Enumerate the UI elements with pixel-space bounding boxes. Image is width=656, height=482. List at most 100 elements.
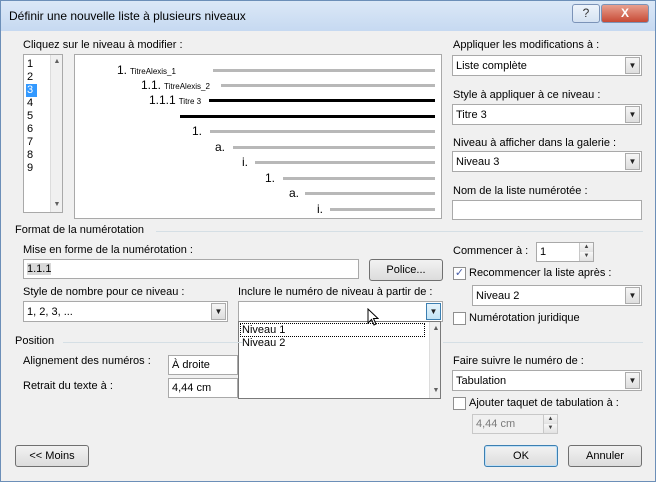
preview-number: i. xyxy=(242,155,248,169)
preview-line xyxy=(283,177,435,180)
style-level-value: Titre 3 xyxy=(456,109,487,121)
preview-line xyxy=(221,84,435,87)
preview-line xyxy=(255,161,435,164)
include-level-select[interactable]: ▼ xyxy=(238,301,443,322)
preview-number-text: a. xyxy=(215,140,226,154)
apply-changes-select[interactable]: Liste complète ▼ xyxy=(452,55,642,76)
chevron-down-icon[interactable]: ▼ xyxy=(625,57,640,74)
text-indent-value: 4,44 cm xyxy=(172,382,212,394)
text-indent-input[interactable]: 4,44 cm xyxy=(168,378,238,398)
preview-number-text: 1.1.1 xyxy=(149,93,176,107)
legal-numbering-checkbox[interactable] xyxy=(453,312,466,325)
spin-down-icon[interactable]: ▼ xyxy=(543,424,557,433)
preview-number: 1.1. TitreAlexis_2 xyxy=(141,78,210,92)
position-heading: Position xyxy=(15,335,55,347)
preview-number: 1.1.1 Titre 3 xyxy=(149,93,201,107)
level-list-item[interactable]: 1 xyxy=(26,58,37,71)
preview-style-name: TitreAlexis_1 xyxy=(130,67,176,76)
number-style-select[interactable]: 1, 2, 3, ... ▼ xyxy=(23,301,228,322)
ok-button[interactable]: OK xyxy=(484,445,558,467)
start-at-value: 1 xyxy=(540,246,547,258)
level-list-item[interactable]: 3 xyxy=(26,84,37,97)
preview-number-text: i. xyxy=(242,155,248,169)
preview-number: a. xyxy=(289,186,299,200)
preview-number: i. xyxy=(317,202,323,216)
follow-number-label: Faire suivre le numéro de : xyxy=(453,355,584,367)
number-format-input[interactable]: 1.1.1 xyxy=(23,259,359,279)
multilevel-list-dialog: Définir une nouvelle liste à plusieurs n… xyxy=(0,0,656,482)
level-listbox-scrollbar[interactable]: ▲ ▼ xyxy=(50,55,62,212)
font-button[interactable]: Police... xyxy=(369,259,443,281)
preview-number: a. xyxy=(215,140,225,154)
include-level-option[interactable]: Niveau 2 xyxy=(241,337,286,349)
follow-number-select[interactable]: Tabulation ▼ xyxy=(452,370,642,391)
preview-number-text: 1. xyxy=(265,171,276,185)
include-level-dropdown-list[interactable]: Niveau 1 Niveau 2 ▲ ▼ xyxy=(238,321,441,399)
level-list-item[interactable]: 7 xyxy=(26,136,37,149)
list-preview: 1. TitreAlexis_1 1.1. TitreAlexis_2 1.1.1 Tit… xyxy=(74,54,442,219)
preview-style-name: TitreAlexis_2 xyxy=(164,82,210,91)
tab-stop-spinner[interactable]: 4,44 cm ▲ ▼ xyxy=(472,414,558,434)
start-at-spinner[interactable]: 1 ▲ ▼ xyxy=(536,242,594,262)
preview-line xyxy=(180,115,435,118)
include-level-label: Inclure le numéro de niveau à partir de … xyxy=(238,286,433,298)
scroll-down-arrow-icon[interactable]: ▼ xyxy=(52,200,62,210)
preview-style-name: Titre 3 xyxy=(178,97,202,106)
help-button[interactable]: ? xyxy=(572,4,600,23)
text-indent-label: Retrait du texte à : xyxy=(23,380,113,392)
list-name-input[interactable] xyxy=(452,200,642,220)
start-at-label: Commencer à : xyxy=(453,245,529,257)
level-listbox[interactable]: 123456789 ▲ ▼ xyxy=(23,54,63,213)
preview-number: 1. TitreAlexis_1 xyxy=(117,63,176,77)
spin-up-icon[interactable]: ▲ xyxy=(579,243,593,252)
include-level-option[interactable]: Niveau 1 xyxy=(240,323,425,337)
preview-number: 1. xyxy=(192,124,202,138)
level-list-item[interactable]: 6 xyxy=(26,123,37,136)
preview-number-text: 1.1. xyxy=(141,78,162,92)
preview-number-text: 1. xyxy=(192,124,203,138)
gallery-level-value: Niveau 3 xyxy=(456,156,500,168)
restart-after-select[interactable]: Niveau 2 ▼ xyxy=(472,285,642,306)
tab-stop-value: 4,44 cm xyxy=(476,418,516,430)
gallery-level-select[interactable]: Niveau 3 ▼ xyxy=(452,151,642,172)
numbering-format-heading: Format de la numérotation xyxy=(15,224,145,236)
less-button[interactable]: << Moins xyxy=(15,445,89,467)
cancel-button[interactable]: Annuler xyxy=(568,445,642,467)
close-button[interactable]: X xyxy=(601,4,649,23)
alignment-value: À droite xyxy=(172,359,210,371)
alignment-label: Alignement des numéros : xyxy=(23,355,151,367)
section-divider xyxy=(156,231,643,232)
level-list-item[interactable]: 8 xyxy=(26,149,37,162)
level-list-item[interactable]: 9 xyxy=(26,162,37,175)
scroll-down-arrow-icon[interactable]: ▼ xyxy=(431,386,441,396)
scroll-up-arrow-icon[interactable]: ▲ xyxy=(52,57,62,67)
number-style-value: 1, 2, 3, ... xyxy=(27,306,73,318)
dropdown-scrollbar[interactable]: ▲ ▼ xyxy=(429,322,440,398)
preview-number-text: i. xyxy=(317,202,323,216)
restart-label: Recommencer la liste après : xyxy=(469,267,612,279)
chevron-down-icon[interactable]: ▼ xyxy=(625,287,640,304)
tab-stop-checkbox[interactable] xyxy=(453,397,466,410)
style-level-label: Style à appliquer à ce niveau : xyxy=(453,89,601,101)
chevron-down-icon[interactable]: ▼ xyxy=(625,153,640,170)
chevron-down-icon[interactable]: ▼ xyxy=(625,372,640,389)
scroll-up-arrow-icon[interactable]: ▲ xyxy=(431,324,441,334)
level-list-item[interactable]: 4 xyxy=(26,97,37,110)
preview-line xyxy=(209,99,435,102)
style-level-select[interactable]: Titre 3 ▼ xyxy=(452,104,642,125)
level-select-label: Cliquez sur le niveau à modifier : xyxy=(23,39,183,51)
apply-changes-value: Liste complète xyxy=(456,60,527,72)
level-list-item[interactable]: 2 xyxy=(26,71,37,84)
follow-number-value: Tabulation xyxy=(456,375,507,387)
apply-changes-label: Appliquer les modifications à : xyxy=(453,39,600,51)
spin-up-icon[interactable]: ▲ xyxy=(543,415,557,424)
chevron-down-icon[interactable]: ▼ xyxy=(625,106,640,123)
restart-checkbox[interactable]: ✓ xyxy=(453,267,466,280)
alignment-select[interactable]: À droite xyxy=(168,355,238,375)
level-list-item[interactable]: 5 xyxy=(26,110,37,123)
chevron-down-icon[interactable]: ▼ xyxy=(211,303,226,320)
dialog-title: Définir une nouvelle liste à plusieurs n… xyxy=(9,9,246,23)
spin-down-icon[interactable]: ▼ xyxy=(579,252,593,261)
tab-stop-label: Ajouter taquet de tabulation à : xyxy=(469,397,619,409)
chevron-down-icon[interactable]: ▼ xyxy=(426,303,441,320)
